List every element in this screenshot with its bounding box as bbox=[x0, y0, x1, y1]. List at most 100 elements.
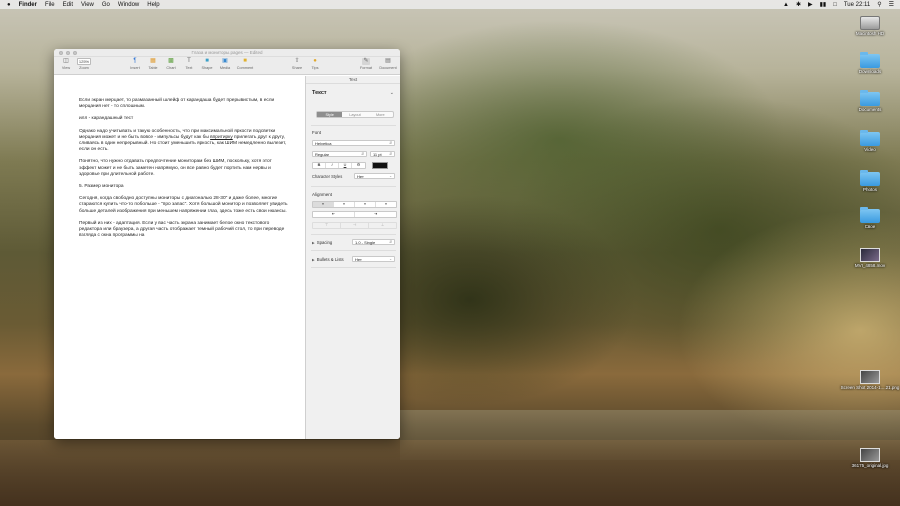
folder-icon bbox=[860, 90, 880, 106]
paragraph[interactable]: Однако надо учитывать и такую особенност… bbox=[79, 129, 289, 154]
folder-icon bbox=[860, 170, 880, 186]
document-canvas[interactable]: Если экран мерцает, то размазанный шлейф… bbox=[54, 76, 305, 439]
paragraph[interactable]: илл - карандашный тест bbox=[79, 116, 289, 122]
menu-view[interactable]: View bbox=[81, 2, 94, 8]
insert-icon: ¶ bbox=[133, 58, 137, 64]
align-center-icon[interactable]: ≡ bbox=[334, 202, 355, 207]
paragraph[interactable]: Если экран мерцает, то размазанный шлейф… bbox=[79, 98, 289, 110]
character-styles-select[interactable]: Нет ⌄ bbox=[354, 173, 395, 179]
spacing-select[interactable]: 1.0 - Single ⇵ bbox=[352, 239, 395, 245]
format-button[interactable]: ✎ Format bbox=[357, 58, 375, 70]
document-body[interactable]: Если экран мерцает, то размазанный шлейф… bbox=[79, 98, 289, 245]
window-titlebar[interactable]: Глаза и мониторы.pages — Edited bbox=[54, 49, 400, 57]
chart-icon: ▩ bbox=[168, 58, 174, 64]
chart-button[interactable]: ▩ Chart bbox=[162, 58, 180, 70]
desktop-icon-svoe[interactable]: Свое bbox=[840, 207, 900, 229]
insert-button[interactable]: ¶ Insert bbox=[126, 58, 144, 70]
chevron-updown-icon: ⇵ bbox=[389, 141, 392, 145]
italic-button[interactable]: I bbox=[326, 163, 339, 168]
bluetooth-icon[interactable]: ✱ bbox=[796, 1, 801, 8]
align-right-icon[interactable]: ≡ bbox=[355, 202, 376, 207]
desktop-icon-downloads[interactable]: Downloads bbox=[840, 52, 900, 74]
volume-icon[interactable]: ▶ bbox=[808, 1, 813, 8]
tab-layout[interactable]: Layout bbox=[342, 112, 367, 117]
menu-window[interactable]: Window bbox=[118, 2, 139, 8]
view-button[interactable]: ◫ View bbox=[57, 58, 75, 70]
chevron-down-icon[interactable]: ⌄ bbox=[390, 90, 394, 96]
menu-edit[interactable]: Edit bbox=[63, 2, 73, 8]
share-button[interactable]: ⇧ Share bbox=[288, 58, 306, 70]
bullets-lists-disclosure[interactable]: ▶ Bullets & Lists bbox=[312, 257, 344, 262]
underline-button[interactable]: U bbox=[339, 163, 352, 168]
increase-indent-button[interactable]: ⇥ bbox=[355, 212, 396, 217]
image-thumbnail-icon bbox=[860, 448, 880, 462]
tab-style[interactable]: Style bbox=[317, 112, 343, 117]
desktop-icon-video[interactable]: Video bbox=[840, 130, 900, 152]
inspector-title: Text bbox=[306, 76, 400, 84]
chevron-down-icon: ⌄ bbox=[389, 174, 392, 178]
tips-button[interactable]: ● Tips bbox=[306, 58, 324, 70]
text-options-gear-icon[interactable]: ⚙ bbox=[352, 163, 365, 168]
shape-icon: ■ bbox=[205, 58, 209, 64]
alignment-buttons: ≡ ≡ ≡ ≡ bbox=[312, 201, 397, 208]
bullets-select[interactable]: Нет ⌄ bbox=[352, 256, 395, 262]
valign-middle-icon[interactable]: ⊣ bbox=[341, 223, 369, 228]
menu-help[interactable]: Help bbox=[147, 2, 159, 8]
spotlight-icon[interactable]: ⚲ bbox=[877, 1, 881, 8]
desktop-icon-documents[interactable]: Documents bbox=[840, 90, 900, 112]
chevron-down-icon: ⌄ bbox=[389, 257, 392, 261]
hard-drive-icon bbox=[860, 16, 880, 30]
apple-menu-icon[interactable]: ● bbox=[7, 2, 11, 8]
media-button[interactable]: ▣ Media bbox=[216, 58, 234, 70]
desktop-icon-mvi-4858[interactable]: MVI_4858.mov bbox=[840, 248, 900, 268]
zoom-value[interactable]: 125% bbox=[77, 58, 91, 65]
paragraph[interactable]: Первый из них - адаптация. Если у вас ча… bbox=[79, 221, 289, 240]
paragraph[interactable]: Понятно, что нужно отдавать предпочтение… bbox=[79, 159, 289, 178]
valign-top-icon[interactable]: ⊤ bbox=[313, 223, 341, 228]
misspelled-word[interactable]: впритирку bbox=[210, 135, 233, 140]
desktop-icon-macintosh-hd[interactable]: Macintosh HD bbox=[840, 16, 900, 36]
battery-icon[interactable]: ▮▮ bbox=[820, 1, 827, 8]
shape-button[interactable]: ■ Shape bbox=[198, 58, 216, 70]
bold-button[interactable]: B bbox=[313, 163, 326, 168]
table-button[interactable]: ▦ Table bbox=[144, 58, 162, 70]
font-family-select[interactable]: Helvetica ⇵ bbox=[312, 140, 395, 146]
menu-clock[interactable]: Tue 22:11 bbox=[844, 2, 870, 8]
document-button[interactable]: ▤ Document bbox=[377, 58, 399, 70]
valign-bottom-icon[interactable]: ⊥ bbox=[369, 223, 396, 228]
zoom-button[interactable]: 125% Zoom bbox=[74, 58, 94, 70]
text-icon: T bbox=[187, 58, 191, 64]
menu-app-finder[interactable]: Finder bbox=[19, 2, 37, 8]
align-justify-icon[interactable]: ≡ bbox=[376, 202, 396, 207]
font-section-label: Font bbox=[312, 130, 322, 135]
tab-more[interactable]: More bbox=[368, 112, 393, 117]
format-icon: ✎ bbox=[362, 58, 370, 65]
notification-center-icon[interactable]: ☰ bbox=[889, 1, 894, 8]
image-thumbnail-icon bbox=[860, 370, 880, 384]
align-left-icon[interactable]: ≡ bbox=[313, 202, 334, 207]
font-size-stepper[interactable]: 11 pt ⇵ bbox=[370, 151, 395, 157]
divider bbox=[311, 250, 396, 251]
disclosure-triangle-icon: ▶ bbox=[312, 241, 315, 245]
menu-go[interactable]: Go bbox=[102, 2, 110, 8]
spacing-disclosure[interactable]: ▶ Spacing bbox=[312, 240, 332, 245]
stepper-icon: ⇵ bbox=[389, 152, 392, 156]
decrease-indent-button[interactable]: ⇤ bbox=[313, 212, 355, 217]
paragraph-style-name[interactable]: Текст bbox=[312, 90, 327, 96]
text-color-well[interactable] bbox=[372, 162, 388, 169]
paragraph[interactable]: Сегодня, когда свободно доступны монитор… bbox=[79, 196, 289, 215]
wifi-icon[interactable]: ▲ bbox=[783, 2, 789, 8]
font-style-select[interactable]: Regular ⇵ bbox=[312, 151, 367, 157]
desktop-icon-36175-original[interactable]: 36175_original.jpg bbox=[840, 448, 900, 468]
table-icon: ▦ bbox=[150, 58, 156, 64]
comment-button[interactable]: ■ Comment bbox=[235, 58, 255, 70]
chevron-updown-icon: ⇵ bbox=[389, 240, 392, 244]
desktop-icon-photos[interactable]: Photos bbox=[840, 170, 900, 192]
folder-icon bbox=[860, 207, 880, 223]
desktop-icon-screen-shot[interactable]: Screen Shot 2014-1....21.png bbox=[840, 370, 900, 390]
input-flag-icon[interactable]: □ bbox=[833, 2, 837, 8]
menu-file[interactable]: File bbox=[45, 2, 55, 8]
paragraph[interactable]: 5. Размер монитора bbox=[79, 184, 289, 190]
text-button[interactable]: T Text bbox=[180, 58, 198, 70]
folder-icon bbox=[860, 52, 880, 68]
